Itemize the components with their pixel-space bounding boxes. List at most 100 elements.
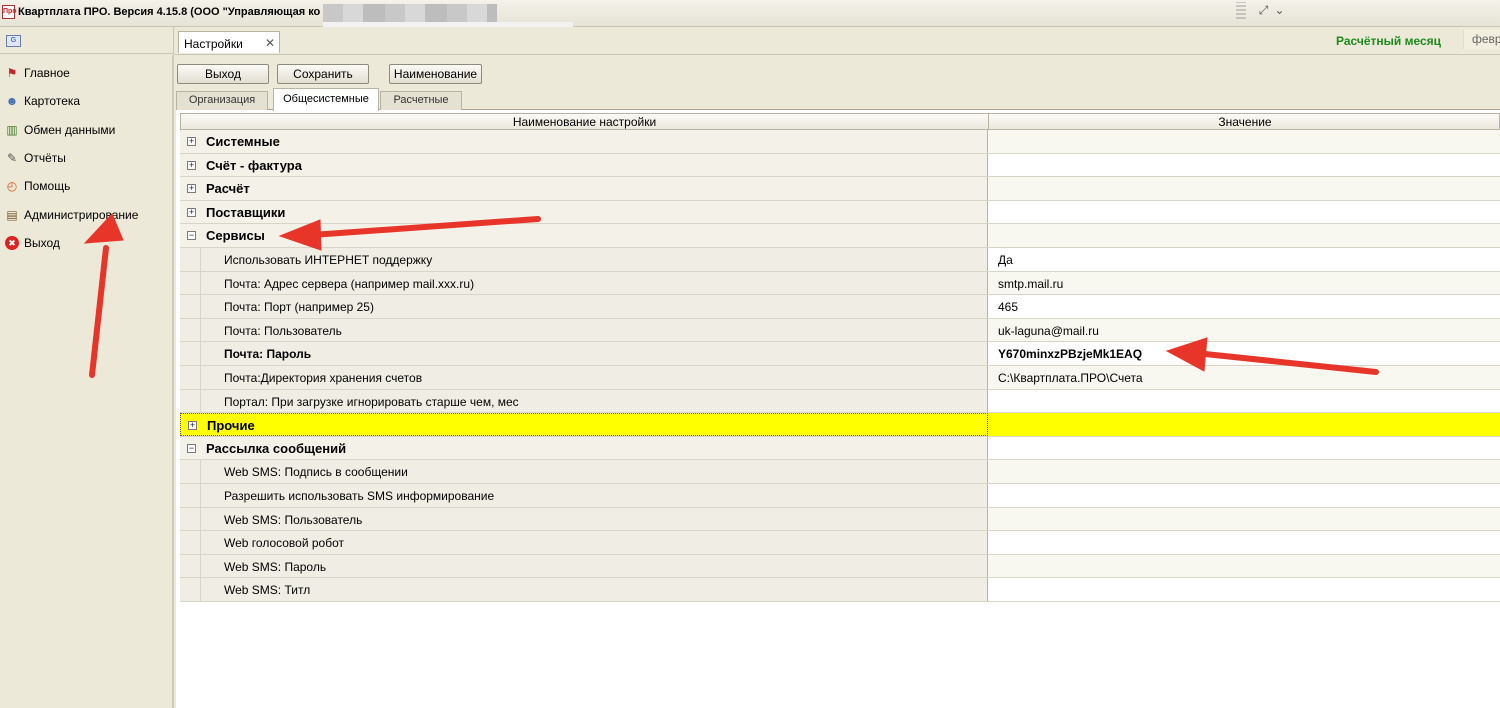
setting-value-cell[interactable]	[988, 177, 1500, 200]
setting-row[interactable]: Почта:Директория хранения счетов C:\Кварт…	[180, 366, 1500, 390]
setting-row[interactable]: Почта: Пользователь uk-laguna@mail.ru	[180, 318, 1500, 343]
setting-row[interactable]: Web SMS: Титл	[180, 578, 1500, 602]
sidebar-item-6[interactable]: ✖ Выход	[0, 231, 172, 255]
redacted-area	[323, 4, 497, 22]
expand-icon[interactable]: +	[187, 184, 196, 194]
setting-row[interactable]: Портал: При загрузке игнорировать старше…	[180, 389, 1500, 414]
setting-name: Web SMS: Пароль	[224, 559, 327, 574]
sidebar-item-3[interactable]: ✎ Отчёты	[0, 146, 172, 170]
subtab-0[interactable]: Организация	[176, 91, 268, 110]
setting-row[interactable]: Web голосовой робот	[180, 531, 1500, 555]
tree-indent	[200, 507, 201, 531]
group-row[interactable]: + Системные	[180, 130, 1500, 154]
setting-value-cell[interactable]	[988, 200, 1500, 224]
column-header-value[interactable]: Значение	[989, 114, 1500, 130]
settings-tabs: Организация Общесистемные Расчетные	[176, 88, 1500, 111]
group-row[interactable]: + Поставщики	[180, 200, 1500, 225]
expand-icon[interactable]: +	[187, 207, 196, 217]
sidebar: ⚑ Главное ☻ Картотека ▥ Обмен данными ✎ Отчёты ◴…	[0, 55, 174, 708]
setting-value-cell[interactable]	[988, 413, 1500, 436]
setting-name-cell: Почта:Директория хранения счетов	[180, 366, 988, 389]
exit-icon: ✖	[5, 235, 19, 250]
group-row[interactable]: + Расчёт	[180, 177, 1500, 201]
setting-value-cell[interactable]	[988, 153, 1500, 177]
calc-month-select[interactable]: февр	[1463, 29, 1500, 49]
setting-row[interactable]: Web SMS: Пароль	[180, 554, 1500, 579]
setting-value-cell[interactable]	[988, 224, 1500, 247]
group-row[interactable]: − Рассылка сообщений	[180, 436, 1500, 461]
group-row[interactable]: + Прочие	[180, 413, 1500, 437]
sidebar-item-5[interactable]: ▤ Администрирование	[0, 203, 172, 227]
setting-value-cell[interactable]	[988, 531, 1500, 554]
setting-name-cell: Почта: Пользователь	[180, 318, 988, 342]
tree-indent	[200, 318, 201, 342]
setting-name: Web голосовой робот	[224, 536, 345, 551]
collapse-icon[interactable]: −	[187, 443, 196, 453]
exit-button[interactable]: Выход	[177, 64, 269, 84]
sidebar-item-0[interactable]: ⚑ Главное	[0, 61, 172, 85]
setting-name: Использовать ИНТЕРНЕТ поддержку	[224, 253, 433, 267]
setting-value-cell[interactable]	[988, 130, 1500, 153]
setting-value-cell[interactable]: 465	[988, 295, 1500, 318]
setting-row[interactable]: Web SMS: Подпись в сообщении	[180, 460, 1500, 484]
setting-name-cell: Использовать ИНТЕРНЕТ поддержку	[180, 248, 988, 271]
document-tabs: Настройки ✕	[174, 27, 1500, 55]
setting-name-cell: − Сервисы	[180, 224, 988, 247]
setting-row[interactable]: Почта: Адрес сервера (например mail.xxx.…	[180, 271, 1500, 296]
subtab-1[interactable]: Общесистемные	[273, 88, 379, 111]
setting-value-cell[interactable]: uk-laguna@mail.ru	[988, 318, 1500, 342]
expand-icon[interactable]: +	[187, 160, 196, 170]
setting-name: Сервисы	[206, 228, 265, 244]
close-icon[interactable]: ✕	[265, 36, 275, 50]
setting-value-cell[interactable]	[988, 389, 1500, 413]
sidebar-item-1[interactable]: ☻ Картотека	[0, 89, 172, 113]
setting-value-cell[interactable]: smtp.mail.ru	[988, 271, 1500, 295]
setting-value-cell[interactable]: C:\Квартплата.ПРО\Счета	[988, 366, 1500, 389]
collapse-icon[interactable]: −	[187, 231, 196, 241]
calendar-icon[interactable]: G	[6, 35, 21, 47]
group-row[interactable]: + Счёт - фактура	[180, 153, 1500, 178]
name-button[interactable]: Наименование	[389, 64, 482, 84]
setting-row[interactable]: Web SMS: Пользователь	[180, 507, 1500, 532]
subtab-2[interactable]: Расчетные	[380, 91, 462, 110]
setting-value-cell[interactable]	[988, 507, 1500, 531]
setting-value-cell[interactable]	[988, 484, 1500, 507]
setting-name-cell: + Поставщики	[180, 200, 988, 224]
setting-name: Web SMS: Пользователь	[224, 512, 363, 527]
setting-name: Портал: При загрузке игнорировать старше…	[224, 394, 519, 409]
setting-value-cell[interactable]	[988, 554, 1500, 578]
column-header-name[interactable]: Наименование настройки	[181, 114, 989, 130]
grid-header: Наименование настройки Значение	[180, 113, 1500, 130]
setting-value-cell[interactable]	[988, 436, 1500, 460]
chevron-down-icon[interactable]: ⌄	[1272, 2, 1287, 19]
setting-name-cell: Разрешить использовать SMS информировани…	[180, 484, 988, 507]
setting-value-cell[interactable]: Да	[988, 248, 1500, 271]
setting-row[interactable]: Использовать ИНТЕРНЕТ поддержку Да	[180, 248, 1500, 272]
sidebar-item-2[interactable]: ▥ Обмен данными	[0, 118, 172, 142]
expand-icon[interactable]: +	[188, 421, 197, 431]
setting-name-cell: + Расчёт	[180, 177, 988, 200]
sidebar-item-label: Главное	[24, 66, 70, 80]
group-row[interactable]: − Сервисы	[180, 224, 1500, 248]
setting-name: Почта: Пароль	[224, 347, 312, 362]
setting-row[interactable]: Разрешить использовать SMS информировани…	[180, 484, 1500, 508]
setting-value-cell[interactable]	[988, 460, 1500, 483]
setting-value-cell[interactable]: Y670minxzPBzjeMk1EAQ	[988, 342, 1500, 365]
setting-name: Прочие	[207, 418, 255, 434]
setting-value-cell[interactable]	[988, 578, 1500, 601]
setting-value: 465	[998, 300, 1019, 315]
sidebar-item-4[interactable]: ◴ Помощь	[0, 174, 172, 198]
setting-row[interactable]: Почта: Порт (например 25) 465	[180, 295, 1500, 319]
restore-icon[interactable]: ⤢	[1256, 2, 1271, 19]
sidebar-item-label: Помощь	[24, 179, 71, 194]
setting-name: Почта: Порт (например 25)	[224, 300, 374, 315]
setting-value: Y670minxzPBzjeMk1EAQ	[998, 347, 1143, 362]
setting-value: uk-laguna@mail.ru	[998, 323, 1099, 338]
sidebar-item-label: Выход	[24, 235, 60, 250]
calc-month-value: февр	[1472, 32, 1500, 46]
expand-icon[interactable]: +	[187, 137, 196, 146]
tree-indent	[200, 578, 201, 601]
setting-row[interactable]: Почта: Пароль Y670minxzPBzjeMk1EAQ	[180, 342, 1500, 366]
tab-settings[interactable]: Настройки ✕	[178, 31, 280, 53]
save-button[interactable]: Сохранить	[277, 64, 369, 84]
